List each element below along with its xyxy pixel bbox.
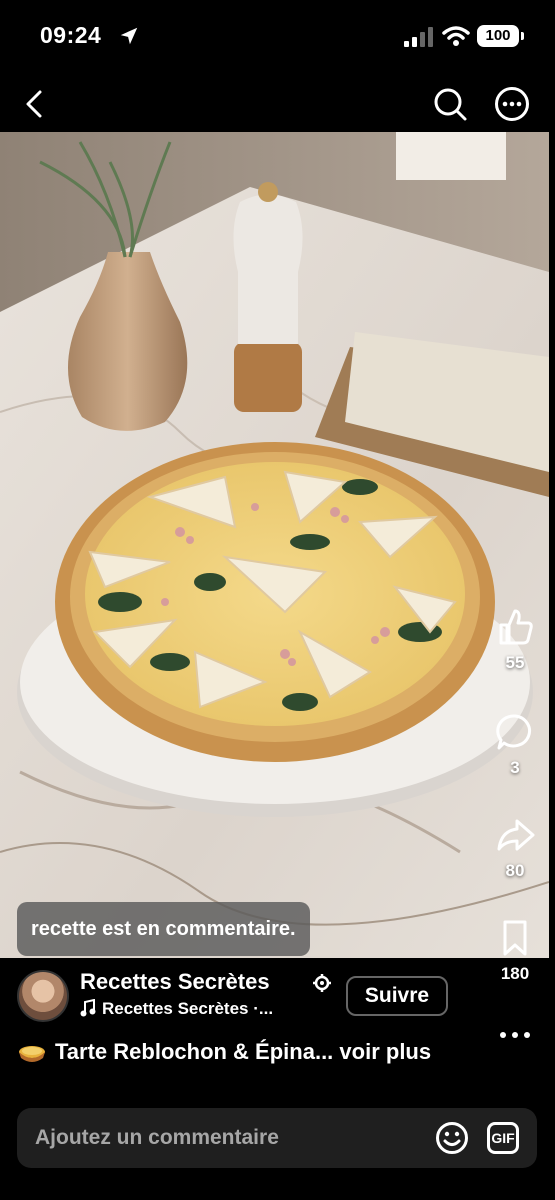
see-more-link[interactable]: voir plus [339, 1039, 431, 1064]
more-options-icon[interactable] [497, 1025, 533, 1045]
like-action[interactable]: 55 [490, 607, 540, 673]
share-action[interactable]: 80 [490, 815, 540, 881]
like-count: 55 [505, 653, 525, 672]
post-title-row[interactable]: Tarte Reblochon & Épina... voir plus [17, 1036, 431, 1068]
share-arrow-icon[interactable] [495, 815, 535, 855]
music-note-icon [80, 999, 96, 1017]
gif-button[interactable]: GIF [487, 1122, 519, 1154]
comment-bubble-icon[interactable] [495, 712, 535, 752]
save-count: 180 [500, 964, 530, 983]
thumbs-up-icon[interactable] [495, 607, 535, 647]
follow-button[interactable]: Suivre [346, 976, 448, 1016]
author-name[interactable]: Recettes Secrètes [80, 969, 270, 995]
pie-emoji-icon [19, 1046, 45, 1062]
chevron-left-icon[interactable] [18, 86, 50, 122]
post-media[interactable] [0, 132, 549, 958]
avatar[interactable] [17, 970, 69, 1022]
more-circle-icon[interactable] [494, 86, 530, 122]
status-time: 09:24 [40, 22, 102, 48]
bookmark-icon[interactable] [495, 918, 535, 958]
status-bar: 09:24 100 [0, 0, 555, 70]
comment-count: 3 [510, 758, 520, 777]
comment-input-bar[interactable]: Ajoutez un commentaire GIF [17, 1108, 537, 1168]
quiche-photo [0, 132, 549, 958]
post-title: Tarte Reblochon & Épina... [55, 1039, 334, 1064]
signal-icon [404, 27, 433, 47]
battery-indicator: 100 [477, 25, 524, 47]
music-row[interactable]: Recettes Secrètes ·... [80, 999, 273, 1019]
emoji-icon[interactable] [435, 1121, 469, 1155]
caption-overlay: recette est en commentaire. [17, 902, 310, 956]
top-nav [0, 76, 555, 132]
music-label: Recettes Secrètes ·... [102, 999, 274, 1018]
wifi-icon [442, 26, 470, 46]
share-count: 80 [505, 861, 525, 880]
location-arrow-icon [120, 27, 138, 45]
comment-action[interactable]: 3 [490, 712, 540, 778]
search-icon[interactable] [432, 86, 468, 122]
settings-badge-icon [313, 974, 331, 992]
comment-input[interactable]: Ajoutez un commentaire [35, 1108, 279, 1168]
save-action[interactable]: 180 [490, 918, 540, 984]
